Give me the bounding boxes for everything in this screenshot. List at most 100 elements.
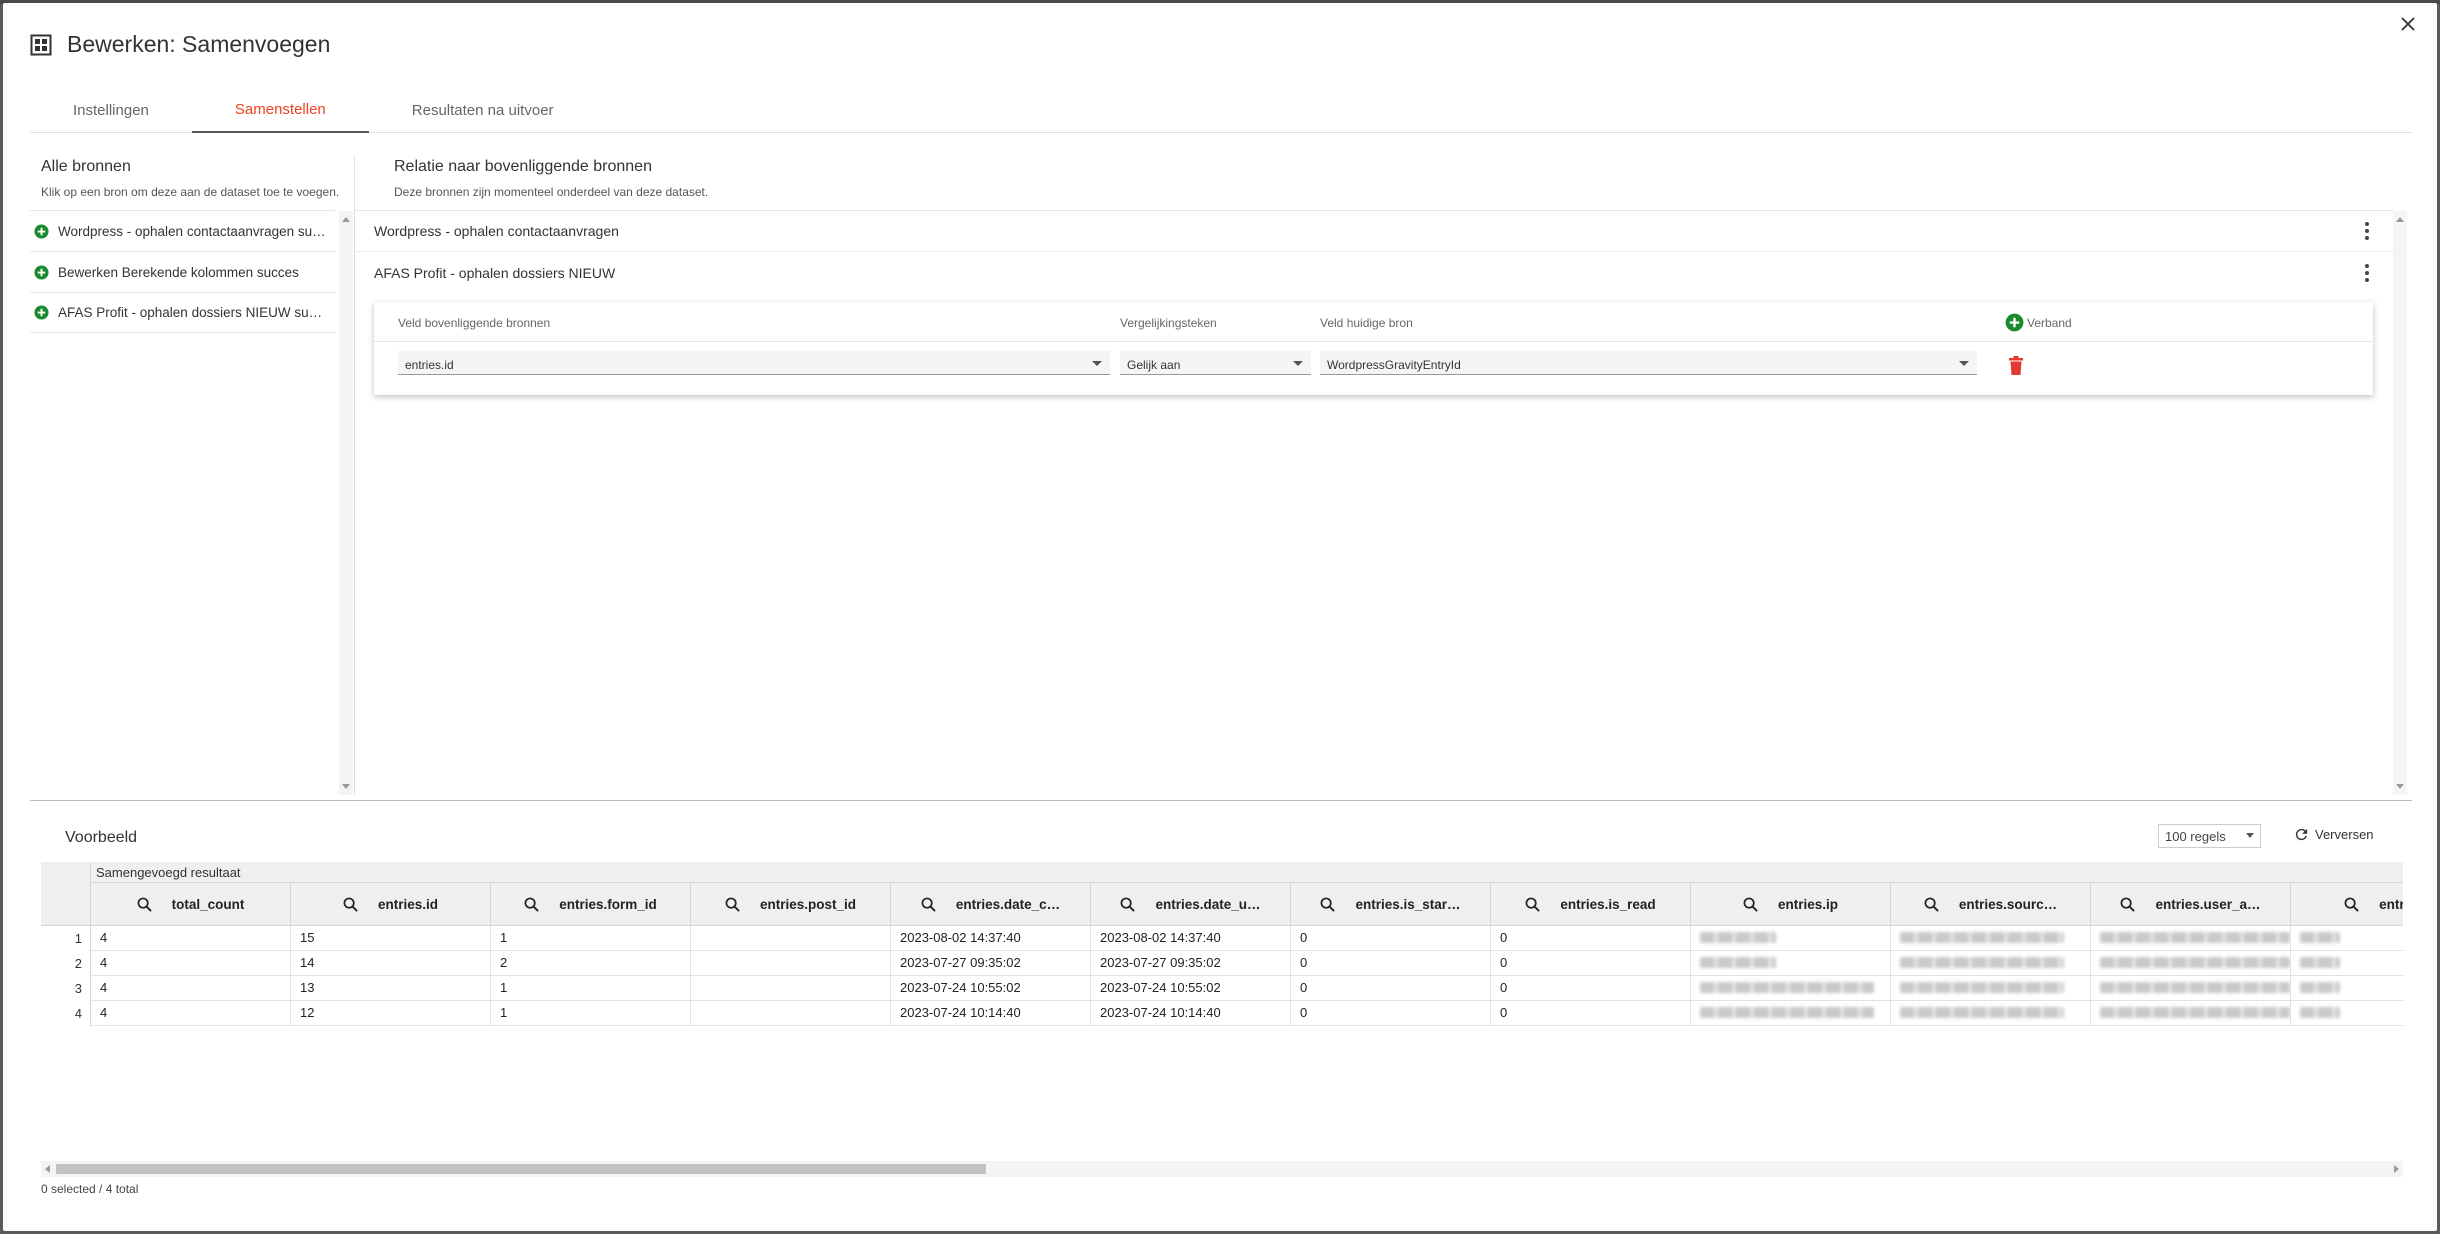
selection-status: 0 selected / 4 total (41, 1182, 139, 1196)
redacted-value (2100, 982, 2290, 993)
scroll-right-icon[interactable] (2394, 1165, 2399, 1173)
table-cell: 2023-07-27 09:35:02 (891, 951, 1091, 976)
table-row[interactable]: 1 4 15 1 2023-08-02 14:37:40 2023-08-02 14:37… (41, 926, 2403, 951)
tab-samenstellen[interactable]: Samenstellen (191, 87, 369, 133)
column-header[interactable]: entries.user_a… (2091, 883, 2291, 926)
search-icon[interactable] (2120, 897, 2136, 912)
column-group-label: Samengevoegd resultaat (96, 865, 241, 880)
table-cell: 2023-07-24 10:55:02 (891, 976, 1091, 1001)
redacted-value (2300, 1007, 2340, 1018)
refresh-button[interactable]: Verversen (2293, 826, 2374, 843)
rows-per-page-select[interactable]: 100 regels (2158, 824, 2261, 848)
redacted-value (2300, 982, 2340, 993)
column-header[interactable]: entries.ip (1691, 883, 1891, 926)
preview-grid: Samengevoegd resultaat total_count entrie… (41, 862, 2403, 1027)
chevron-down-icon (1959, 361, 1969, 366)
add-circle-icon (34, 264, 49, 280)
scrollbar-thumb[interactable] (56, 1164, 986, 1174)
table-row[interactable]: 3 4 13 1 2023-07-24 10:55:02 2023-07-24 10:55… (41, 976, 2403, 1001)
tab-instellingen[interactable]: Instellingen (30, 87, 192, 133)
scroll-left-icon[interactable] (45, 1165, 50, 1173)
column-header[interactable]: entries.id (291, 883, 491, 926)
column-header-label: entries.post_id (759, 897, 857, 912)
table-row[interactable]: 4 4 12 1 2023-07-24 10:14:40 2023-07-24 10:14… (41, 1001, 2403, 1026)
search-icon[interactable] (921, 897, 936, 912)
table-cell: 4 (91, 1001, 291, 1026)
table-cell: 13 (291, 976, 491, 1001)
more-options-button[interactable] (2357, 219, 2377, 243)
parent-relations-panel: Relatie naar bovenliggende bronnen Deze … (355, 155, 2412, 795)
column-header[interactable]: entries.form_id (491, 883, 691, 926)
add-relation-button[interactable]: Verband (2005, 313, 2072, 332)
parent-source-wordpress[interactable]: Wordpress - ophalen contactaanvragen (355, 211, 2393, 252)
redacted-value (1900, 932, 2064, 943)
row-number: 2 (41, 951, 91, 976)
table-row[interactable]: 2 4 14 2 2023-07-27 09:35:02 2023-07-27 09:35… (41, 951, 2403, 976)
join-condition-header: Veld bovenliggende bronnen Vergelijkings… (374, 302, 2373, 342)
column-header[interactable]: entries.post_id (691, 883, 891, 926)
table-cell (2091, 926, 2291, 951)
search-icon[interactable] (1120, 897, 1136, 912)
column-header-label: entries.is_star… (1355, 897, 1461, 912)
search-icon[interactable] (1525, 897, 1541, 912)
tab-bar: Instellingen Samenstellen Resultaten na … (30, 87, 2412, 133)
column-header[interactable]: entries.date_u… (1091, 883, 1291, 926)
parent-source-label: AFAS Profit - ophalen dossiers NIEUW (374, 264, 616, 281)
search-icon[interactable] (1924, 897, 1939, 912)
close-button[interactable] (2393, 9, 2423, 39)
search-icon[interactable] (2344, 897, 2359, 912)
column-header-label: entries.id (377, 897, 439, 912)
tab-resultaten[interactable]: Resultaten na uitvoer (369, 87, 597, 133)
source-item-wordpress[interactable]: Wordpress - ophalen contactaanvragen suc… (30, 210, 335, 251)
search-icon[interactable] (725, 897, 740, 912)
all-sources-list: Wordpress - ophalen contactaanvragen suc… (30, 210, 335, 333)
redacted-value (2100, 957, 2290, 968)
search-icon[interactable] (524, 897, 539, 912)
source-item-afas-profit[interactable]: AFAS Profit - ophalen dossiers NIEUW suc… (30, 292, 335, 333)
column-header[interactable]: entries.is_star… (1291, 883, 1491, 926)
refresh-icon (2295, 828, 2308, 841)
table-cell: 12 (291, 1001, 491, 1026)
column-header[interactable]: entries.date_c… (891, 883, 1091, 926)
parent-sources-list: Wordpress - ophalen contactaanvragen AFA… (355, 210, 2393, 795)
all-sources-title: Alle bronnen (41, 158, 131, 175)
all-sources-subtitle: Klik op een bron om deze aan de dataset … (41, 185, 340, 199)
source-item-berekende-kolommen[interactable]: Bewerken Berekende kolommen succes (30, 251, 335, 292)
parent-field-select[interactable]: entries.id (398, 351, 1110, 375)
chevron-down-icon (1293, 361, 1303, 366)
horizontal-scrollbar[interactable] (41, 1161, 2403, 1177)
source-item-label: Bewerken Berekende kolommen succes (58, 264, 299, 280)
column-header[interactable]: total_count (91, 883, 291, 926)
table-cell: 0 (1291, 926, 1491, 951)
row-number: 3 (41, 976, 91, 1001)
search-icon[interactable] (1743, 897, 1758, 912)
table-cell: 2023-08-02 14:37:40 (891, 926, 1091, 951)
column-header-label: entries.user_a… (2155, 897, 2261, 912)
table-cell (691, 951, 891, 976)
table-cell (2291, 951, 2403, 976)
parent-field-value: entries.id (405, 358, 454, 372)
column-header[interactable]: entries.is_read (1491, 883, 1691, 926)
parent-source-afas-profit[interactable]: AFAS Profit - ophalen dossiers NIEUW (355, 252, 2393, 293)
chevron-down-icon (1092, 361, 1102, 366)
more-options-button[interactable] (2357, 261, 2377, 285)
grid-corner (41, 862, 91, 926)
operator-value: Gelijk aan (1127, 358, 1181, 372)
grid-dashboard-icon (30, 34, 52, 55)
table-cell: 2023-07-24 10:14:40 (1091, 1001, 1291, 1026)
delete-icon[interactable] (2008, 356, 2024, 375)
dialog-header: Bewerken: Samenvoegen (30, 31, 330, 58)
search-icon[interactable] (137, 897, 152, 912)
right-panel-scrollbar[interactable] (2393, 211, 2407, 795)
column-header-label: total_count (171, 897, 245, 912)
table-cell: 0 (1291, 951, 1491, 976)
column-header[interactable]: entries… (2291, 883, 2403, 926)
search-icon[interactable] (1320, 897, 1336, 912)
current-field-select[interactable]: WordpressGravityEntryId (1320, 351, 1977, 375)
left-panel-scrollbar[interactable] (339, 211, 353, 795)
close-icon (2401, 17, 2415, 31)
table-cell (1691, 976, 1891, 1001)
column-header[interactable]: entries.sourc… (1891, 883, 2091, 926)
search-icon[interactable] (343, 897, 358, 912)
operator-select[interactable]: Gelijk aan (1120, 351, 1311, 375)
